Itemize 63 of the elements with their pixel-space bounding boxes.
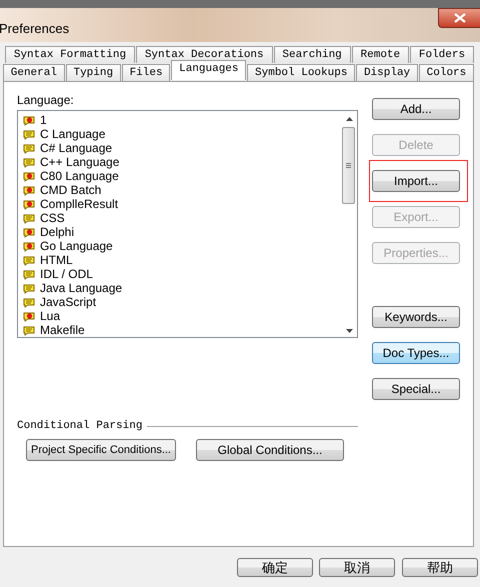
- scroll-thumb[interactable]: [342, 127, 355, 204]
- tab[interactable]: General: [3, 64, 65, 81]
- speech-bubble-icon: [23, 254, 35, 266]
- list-item[interactable]: HTML: [40, 253, 73, 267]
- list-item[interactable]: Lua: [40, 309, 60, 323]
- tab[interactable]: Typing: [66, 64, 121, 81]
- tab[interactable]: Symbol Lookups: [247, 64, 356, 81]
- list-item[interactable]: CSS: [40, 211, 65, 225]
- tab[interactable]: Searching: [274, 46, 351, 63]
- button[interactable]: 帮助: [402, 558, 478, 577]
- bubble-star-icon: [23, 114, 35, 126]
- tab[interactable]: Colors: [418, 64, 474, 81]
- button[interactable]: Import...: [372, 170, 460, 192]
- window-title: Preferences: [0, 20, 70, 36]
- speech-bubble-icon: [23, 142, 35, 154]
- language-label: Language:: [17, 93, 75, 107]
- button[interactable]: Add...: [372, 98, 460, 120]
- section-title: Conditional Parsing: [17, 420, 142, 432]
- speech-bubble-icon: [23, 268, 35, 280]
- speech-bubble-icon: [23, 282, 35, 294]
- bubble-star-icon: [23, 310, 35, 322]
- list-item[interactable]: Makefile: [40, 323, 85, 337]
- button[interactable]: Project Specific Conditions...: [26, 439, 176, 461]
- tab[interactable]: Syntax Decorations: [136, 46, 273, 63]
- button[interactable]: 确定: [237, 558, 313, 577]
- button[interactable]: Global Conditions...: [196, 439, 344, 461]
- close-button[interactable]: [438, 8, 480, 28]
- button[interactable]: Special...: [372, 378, 460, 400]
- bubble-star-icon: [23, 170, 35, 182]
- tab[interactable]: Folders: [410, 46, 474, 63]
- list-item[interactable]: CMD Batch: [40, 183, 102, 197]
- list-item[interactable]: ComplleResult: [40, 197, 118, 211]
- tab[interactable]: Display: [356, 64, 418, 81]
- list-item[interactable]: Java Language: [40, 281, 122, 295]
- list-item[interactable]: C Language: [40, 127, 106, 141]
- button[interactable]: Doc Types...: [372, 342, 460, 364]
- list-item[interactable]: IDL / ODL: [40, 267, 93, 281]
- button[interactable]: 取消: [319, 558, 395, 577]
- close-icon: [454, 13, 466, 23]
- tab[interactable]: Syntax Formatting: [5, 46, 135, 63]
- speech-bubble-icon: [23, 156, 35, 168]
- speech-bubble-icon: [23, 324, 35, 336]
- tab[interactable]: Remote: [352, 46, 410, 63]
- language-list[interactable]: 1 C Language C# Language C++ Language C80 Language CMD Batch ComplleResult CSS Delphi Go Language HTML IDL / ODL Java Language JavaScript Lua Makefile: [17, 110, 358, 338]
- bubble-star-icon: [23, 198, 35, 210]
- tab[interactable]: Languages: [171, 60, 246, 80]
- list-item[interactable]: C80 Language: [40, 169, 119, 183]
- list-item[interactable]: 1: [40, 113, 47, 127]
- button[interactable]: Keywords...: [372, 306, 460, 328]
- scroll-up-icon[interactable]: [346, 117, 352, 121]
- list-item[interactable]: C# Language: [40, 141, 112, 155]
- bubble-star-icon: [23, 184, 35, 196]
- tab[interactable]: Files: [122, 64, 170, 81]
- speech-bubble-icon: [23, 128, 35, 140]
- scroll-down-icon[interactable]: [346, 329, 352, 333]
- speech-bubble-icon: [23, 296, 35, 308]
- list-item[interactable]: Delphi: [40, 225, 74, 239]
- list-item[interactable]: C++ Language: [40, 155, 120, 169]
- bubble-star-icon: [23, 240, 35, 252]
- list-item[interactable]: JavaScript: [40, 295, 96, 309]
- bubble-star-icon: [23, 226, 35, 238]
- speech-bubble-icon: [23, 212, 35, 224]
- list-item[interactable]: Go Language: [40, 239, 113, 253]
